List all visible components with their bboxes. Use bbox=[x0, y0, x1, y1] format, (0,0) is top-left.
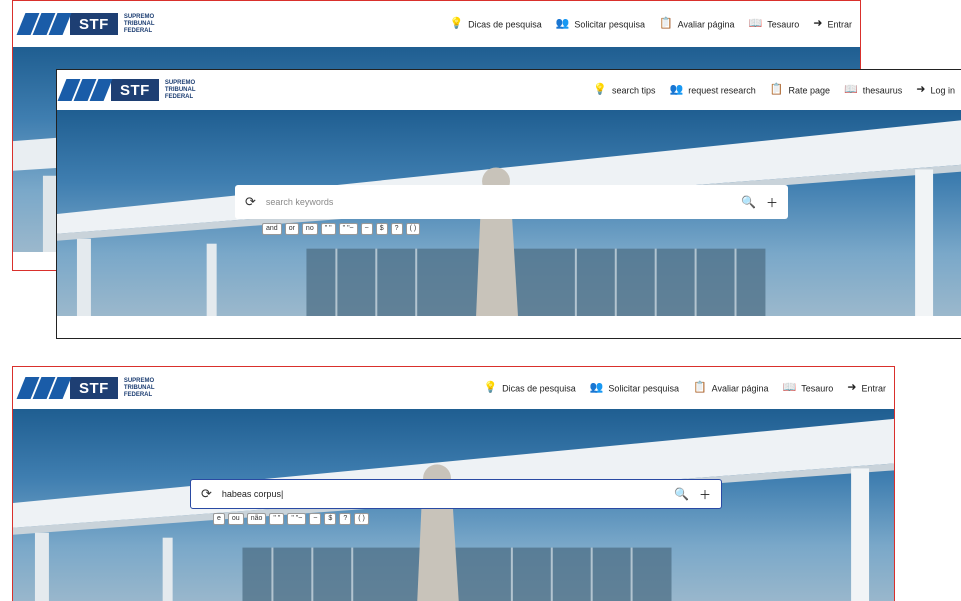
nav-label: Rate page bbox=[788, 85, 831, 95]
logo-mark bbox=[16, 377, 72, 399]
nav-label: Tesauro bbox=[767, 19, 800, 29]
operator-button[interactable]: " " bbox=[269, 513, 285, 525]
refresh-icon[interactable]: ⟳ bbox=[201, 486, 212, 502]
nav-label: Solicitar pesquisa bbox=[574, 19, 645, 29]
nav-label: Solicitar pesquisa bbox=[608, 383, 679, 393]
book-icon: 📖 bbox=[782, 381, 797, 394]
operator-button[interactable]: ~ bbox=[360, 223, 373, 235]
operator-button[interactable]: ( ) bbox=[354, 513, 369, 525]
book-icon: 📖 bbox=[844, 83, 858, 96]
nav-label: Log in bbox=[930, 85, 955, 95]
operator-button[interactable]: e bbox=[213, 513, 225, 525]
logo-abbr: STF bbox=[111, 79, 159, 101]
login-icon: ➜ bbox=[916, 83, 926, 96]
operator-button[interactable]: " "~ bbox=[338, 223, 358, 235]
operator-button[interactable]: ? bbox=[390, 223, 403, 235]
nav-thesaurus[interactable]: 📖 Tesauro bbox=[782, 381, 834, 394]
logo-name: SUPREMO TRIBUNAL FEDERAL bbox=[164, 79, 196, 100]
nav-label: Avaliar página bbox=[711, 383, 769, 393]
site-header: STF SUPREMO TRIBUNAL FEDERAL 💡 search tips… bbox=[57, 70, 961, 110]
nav-label: Dicas de pesquisa bbox=[502, 383, 576, 393]
nav-request-research[interactable]: 👥 request research bbox=[669, 83, 756, 96]
search-operators: and or no " " " "~ ~ $ ? ( ) bbox=[262, 223, 421, 235]
logo-abbr: STF bbox=[70, 377, 118, 399]
screenshot-panel-middle: STF SUPREMO TRIBUNAL FEDERAL 💡 search tips… bbox=[56, 69, 961, 339]
logo-mark bbox=[16, 13, 72, 35]
search-icon[interactable]: 🔍 bbox=[674, 487, 689, 501]
search-box[interactable]: ⟳ habeas corpus| 🔍 ＋ bbox=[190, 479, 722, 509]
operator-button[interactable]: and bbox=[262, 223, 282, 235]
clipboard-icon: 📋 bbox=[658, 17, 673, 30]
plus-icon[interactable]: ＋ bbox=[699, 486, 711, 503]
lightbulb-icon: 💡 bbox=[593, 83, 607, 96]
nav-search-tips[interactable]: 💡 Dicas de pesquisa bbox=[449, 17, 542, 30]
book-icon: 📖 bbox=[748, 17, 763, 30]
login-icon: ➜ bbox=[847, 381, 857, 394]
search-icon[interactable]: 🔍 bbox=[741, 195, 756, 209]
search-box[interactable]: ⟳ search keywords 🔍 ＋ bbox=[235, 185, 788, 219]
logo-abbr: STF bbox=[70, 13, 118, 35]
search-operators: e ou não " " " "~ ~ $ ? ( ) bbox=[213, 513, 369, 525]
login-icon: ➜ bbox=[813, 17, 823, 30]
header-nav: 💡 Dicas de pesquisa 👥 Solicitar pesquisa… bbox=[449, 17, 852, 30]
nav-request-research[interactable]: 👥 Solicitar pesquisa bbox=[589, 381, 679, 394]
nav-thesaurus[interactable]: 📖 thesaurus bbox=[844, 83, 903, 96]
nav-thesaurus[interactable]: 📖 Tesauro bbox=[748, 17, 800, 30]
operator-button[interactable]: " " bbox=[320, 223, 336, 235]
operator-button[interactable]: or bbox=[284, 223, 299, 235]
nav-search-tips[interactable]: 💡 Dicas de pesquisa bbox=[483, 381, 576, 394]
lightbulb-icon: 💡 bbox=[449, 17, 464, 30]
nav-rate-page[interactable]: 📋 Rate page bbox=[769, 83, 831, 96]
logo-mark bbox=[57, 79, 113, 101]
nav-label: Tesauro bbox=[801, 383, 834, 393]
operator-button[interactable]: no bbox=[301, 223, 318, 235]
nav-label: Entrar bbox=[827, 19, 852, 29]
nav-login[interactable]: ➜ Log in bbox=[916, 83, 955, 96]
clipboard-icon: 📋 bbox=[692, 381, 707, 394]
header-nav: 💡 search tips 👥 request research 📋 Rate … bbox=[593, 83, 955, 96]
nav-request-research[interactable]: 👥 Solicitar pesquisa bbox=[555, 17, 645, 30]
nav-label: thesaurus bbox=[862, 85, 903, 95]
search-input[interactable]: habeas corpus| bbox=[222, 489, 664, 499]
site-header: STF SUPREMO TRIBUNAL FEDERAL 💡 Dicas de pe… bbox=[13, 367, 894, 409]
nav-label: Avaliar página bbox=[677, 19, 735, 29]
operator-button[interactable]: " "~ bbox=[287, 513, 307, 525]
logo-name: SUPREMO TRIBUNAL FEDERAL bbox=[123, 377, 155, 398]
operator-button[interactable]: ~ bbox=[309, 513, 322, 525]
screenshot-panel-bottom: STF SUPREMO TRIBUNAL FEDERAL 💡 Dicas de pe… bbox=[12, 366, 895, 601]
operator-button[interactable]: ou bbox=[227, 513, 244, 525]
refresh-icon[interactable]: ⟳ bbox=[245, 194, 256, 210]
nav-login[interactable]: ➜ Entrar bbox=[847, 381, 886, 394]
stf-logo[interactable]: STF SUPREMO TRIBUNAL FEDERAL bbox=[57, 79, 196, 101]
plus-icon[interactable]: ＋ bbox=[766, 194, 778, 211]
operator-button[interactable]: ? bbox=[339, 513, 352, 525]
site-header: STF SUPREMO TRIBUNAL FEDERAL 💡 Dicas de pe… bbox=[13, 1, 860, 47]
nav-label: Dicas de pesquisa bbox=[468, 19, 542, 29]
operator-button[interactable]: $ bbox=[324, 513, 337, 525]
logo-name: SUPREMO TRIBUNAL FEDERAL bbox=[123, 13, 155, 34]
users-icon: 👥 bbox=[669, 83, 684, 96]
users-icon: 👥 bbox=[589, 381, 604, 394]
stf-logo[interactable]: STF SUPREMO TRIBUNAL FEDERAL bbox=[16, 377, 155, 399]
lightbulb-icon: 💡 bbox=[483, 381, 498, 394]
nav-label: request research bbox=[688, 85, 756, 95]
operator-button[interactable]: $ bbox=[375, 223, 388, 235]
nav-search-tips[interactable]: 💡 search tips bbox=[593, 83, 656, 96]
nav-rate-page[interactable]: 📋 Avaliar página bbox=[658, 17, 735, 30]
nav-rate-page[interactable]: 📋 Avaliar página bbox=[692, 381, 769, 394]
header-nav: 💡 Dicas de pesquisa 👥 Solicitar pesquisa… bbox=[483, 381, 886, 394]
stf-logo[interactable]: STF SUPREMO TRIBUNAL FEDERAL bbox=[16, 13, 155, 35]
nav-label: search tips bbox=[611, 85, 656, 95]
search-input[interactable]: search keywords bbox=[266, 197, 731, 207]
operator-button[interactable]: ( ) bbox=[405, 223, 421, 235]
nav-login[interactable]: ➜ Entrar bbox=[813, 17, 852, 30]
clipboard-icon: 📋 bbox=[769, 83, 784, 96]
operator-button[interactable]: não bbox=[246, 513, 267, 525]
users-icon: 👥 bbox=[555, 17, 570, 30]
nav-label: Entrar bbox=[861, 383, 886, 393]
